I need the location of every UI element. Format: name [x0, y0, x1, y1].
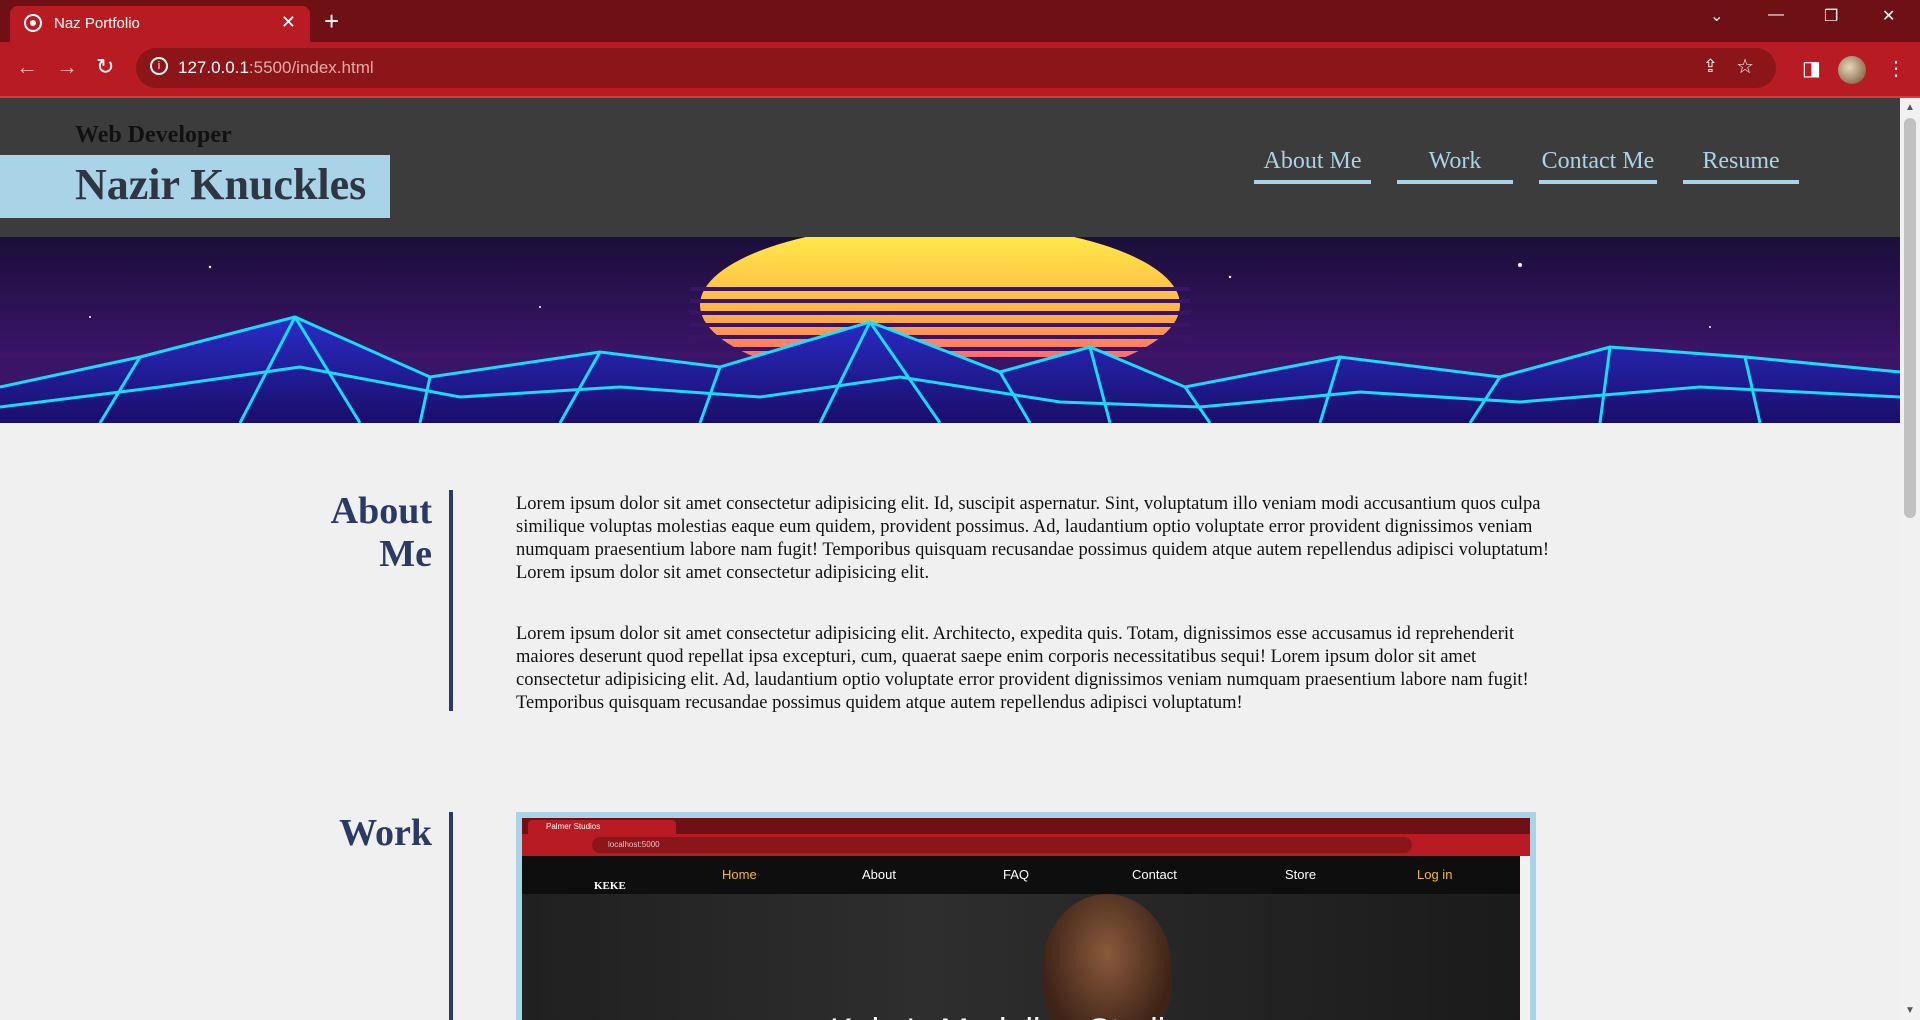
address-bar[interactable]: i 127.0.0.1:5500/index.html ⇪ ☆ — [136, 48, 1776, 88]
about-title-line2: Me — [379, 533, 432, 575]
page-viewport: Web Developer Nazir Knuckles About Me Wo… — [0, 98, 1900, 1020]
site-info-icon[interactable]: i — [150, 57, 168, 75]
site-subtitle: Web Developer — [75, 122, 232, 148]
side-panel-icon[interactable]: ◨ — [1802, 56, 1821, 81]
menu-kebab-icon[interactable]: ⋮ — [1886, 56, 1906, 81]
about-title-line1: About — [330, 490, 432, 532]
nav-contact-me[interactable]: Contact Me — [1539, 148, 1657, 184]
work-divider — [449, 812, 453, 1020]
about-paragraph-1: Lorem ipsum dolor sit amet consectetur a… — [516, 494, 1550, 583]
profile-avatar[interactable] — [1838, 56, 1866, 84]
about-divider — [449, 490, 453, 711]
mini-nav-contact: Contact — [1132, 867, 1177, 882]
new-tab-button[interactable]: + — [324, 6, 339, 36]
mini-site-nav: KEKE Home About FAQ Contact Store Log in — [522, 856, 1530, 894]
mini-scrollbar — [1520, 856, 1530, 1020]
reload-icon[interactable]: ↻ — [96, 54, 114, 80]
mini-nav-home: Home — [722, 867, 757, 882]
minimize-icon[interactable]: — — [1768, 6, 1784, 24]
work-title: Work — [339, 812, 432, 854]
mini-nav-login: Log in — [1417, 867, 1453, 882]
scrollbar-thumb[interactable] — [1904, 118, 1916, 518]
about-paragraph-2: Lorem ipsum dolor sit amet consectetur a… — [516, 624, 1529, 713]
page-scrollbar[interactable]: ▲ ▼ — [1900, 98, 1920, 1020]
share-icon[interactable]: ⇪ — [1703, 56, 1718, 77]
site-name: Nazir Knuckles — [75, 160, 367, 209]
nav-about-me[interactable]: About Me — [1254, 148, 1371, 184]
broadcast-icon — [24, 14, 42, 32]
tab-search-icon[interactable]: ⌄ — [1710, 6, 1723, 26]
mini-hero-title: Keke's Modeling Studio — [830, 1012, 1184, 1020]
crown-logo-icon: KEKE — [574, 860, 626, 892]
tab-title: Naz Portfolio — [54, 15, 140, 32]
name-banner: Nazir Knuckles — [0, 155, 390, 218]
mini-nav-faq: FAQ — [1003, 867, 1030, 882]
tab-close-icon[interactable]: ✕ — [281, 12, 296, 33]
mini-url: localhost:5000 — [592, 837, 1412, 853]
browser-toolbar: ← → ↻ i 127.0.0.1:5500/index.html ⇪ ☆ ◨ … — [0, 42, 1920, 96]
mini-tab-title: Palmer Studios — [528, 820, 676, 834]
back-arrow-icon[interactable]: ← — [16, 54, 38, 80]
site-header: Web Developer Nazir Knuckles About Me Wo… — [0, 98, 1900, 237]
bookmark-star-icon[interactable]: ☆ — [1736, 54, 1754, 79]
mini-nav-store: Store — [1285, 867, 1317, 882]
hero-artwork — [0, 237, 1900, 423]
url-text: 127.0.0.1:5500/index.html — [178, 58, 374, 77]
about-title: About Me — [300, 490, 432, 576]
nav-resume[interactable]: Resume — [1683, 148, 1799, 184]
mini-toolbar: localhost:5000 — [522, 834, 1530, 856]
mini-tab-strip: Palmer Studios — [522, 818, 1530, 834]
browser-tab-strip: Naz Portfolio ✕ + ⌄ — ❐ ✕ — [0, 0, 1920, 42]
scroll-up-icon[interactable]: ▲ — [1905, 102, 1915, 113]
nav-work[interactable]: Work — [1397, 148, 1513, 184]
scroll-down-icon[interactable]: ▼ — [1905, 1005, 1915, 1016]
mini-hero: Keke's Modeling Studio — [522, 894, 1530, 1020]
browser-tab[interactable]: Naz Portfolio ✕ — [10, 6, 310, 42]
window-close-icon[interactable]: ✕ — [1882, 6, 1895, 26]
model-portrait — [1042, 894, 1172, 1020]
work-project-screenshot[interactable]: Palmer Studios localhost:5000 KEKE Home … — [516, 812, 1536, 1020]
restore-icon[interactable]: ❐ — [1824, 6, 1838, 26]
mini-nav-about: About — [862, 867, 896, 882]
synthwave-hero-image — [0, 237, 1900, 423]
forward-arrow-icon[interactable]: → — [56, 54, 78, 80]
